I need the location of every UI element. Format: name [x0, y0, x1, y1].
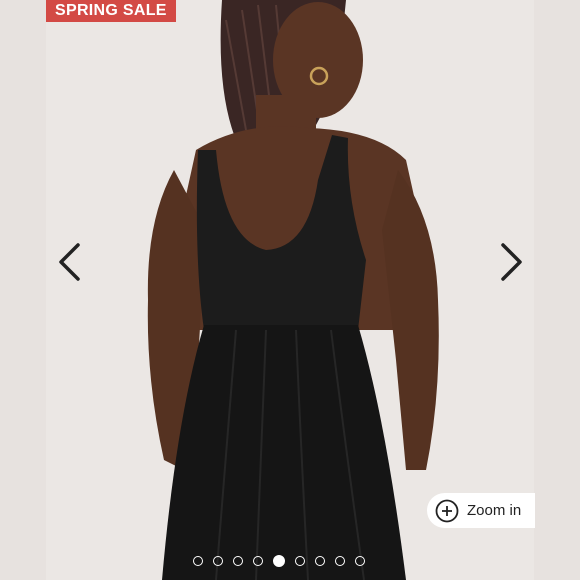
carousel-dot[interactable]: [213, 556, 223, 566]
gallery-right-margin: [534, 0, 580, 580]
carousel-dot[interactable]: [315, 556, 325, 566]
plus-circle-icon: [435, 499, 459, 522]
carousel-pagination: [193, 555, 365, 567]
chevron-left-icon: [59, 243, 80, 281]
zoom-in-label: Zoom in: [467, 502, 522, 519]
product-image-gallery: SPRING SALE Zoom in: [0, 0, 580, 580]
carousel-dot[interactable]: [355, 556, 365, 566]
chevron-right-icon: [501, 243, 522, 281]
carousel-dot[interactable]: [193, 556, 203, 566]
carousel-dot[interactable]: [335, 556, 345, 566]
gallery-left-margin: [0, 0, 46, 580]
next-image-button[interactable]: [495, 240, 529, 284]
carousel-dot-active[interactable]: [273, 555, 285, 567]
carousel-dot[interactable]: [233, 556, 243, 566]
spring-sale-badge: SPRING SALE: [46, 0, 176, 22]
carousel-dot[interactable]: [295, 556, 305, 566]
zoom-in-button[interactable]: Zoom in: [427, 493, 535, 528]
carousel-dot[interactable]: [253, 556, 263, 566]
previous-image-button[interactable]: [52, 240, 86, 284]
